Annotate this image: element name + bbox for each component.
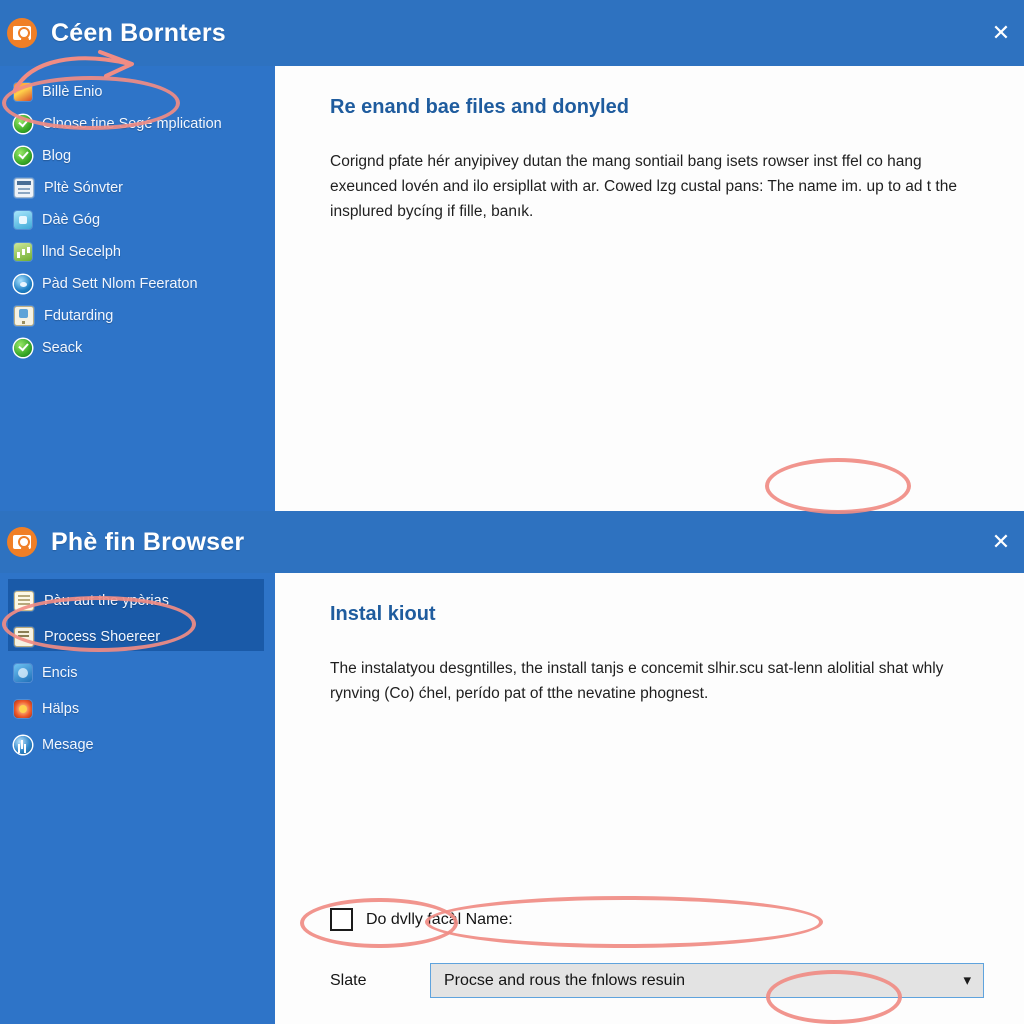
document-icon xyxy=(14,591,34,611)
list-icon xyxy=(14,178,34,198)
sidebar-item-7[interactable]: Fdutarding xyxy=(0,300,275,332)
sidebar-bottom: Pàu aut the ypèrias Process Shoereer Enc… xyxy=(0,573,275,1024)
sidebar-item-2[interactable]: Encis xyxy=(0,655,275,691)
window-body-bottom: Pàu aut the ypèrias Process Shoereer Enc… xyxy=(0,573,1024,1024)
window-title: Céen Bornters xyxy=(51,18,226,47)
sidebar-item-label: Hälps xyxy=(42,701,80,717)
sidebar-item-label: Pàd Sett Nlom Feeraton xyxy=(42,276,198,292)
sidebar-item-4[interactable]: Dàè Góg xyxy=(0,204,275,236)
chart-icon xyxy=(14,243,32,261)
camera-search-icon xyxy=(7,527,37,557)
sidebar-top: Billè Enio Clnose tine Segé mplication B… xyxy=(0,66,275,511)
sidebar-item-4[interactable]: Mesage xyxy=(0,727,275,763)
sidebar-item-2[interactable]: Blog xyxy=(0,140,275,172)
camera-search-icon xyxy=(7,18,37,48)
select-value: Procse and rous the fnlows resuin xyxy=(444,971,686,989)
titlebar-bottom: Phè fin Browser ✕ xyxy=(0,511,1024,573)
display-name-checkbox[interactable] xyxy=(330,908,353,931)
sidebar-item-0[interactable]: Pàu aut the ypèrias xyxy=(0,583,275,619)
window-bottom: Phè fin Browser ✕ Pàu aut the ypèrias Pr… xyxy=(0,511,1024,1024)
network-icon xyxy=(14,664,32,682)
sidebar-item-label: Blog xyxy=(42,148,72,164)
titlebar-top: Céen Bornters ✕ xyxy=(0,0,1024,66)
select-label: Slate xyxy=(330,971,367,989)
checkbox-label: Do dvlly facàl Name: xyxy=(366,910,513,928)
check-circle-icon xyxy=(14,147,32,165)
chevron-down-icon: ▾ xyxy=(963,972,971,989)
sidebar-item-label: Mesage xyxy=(42,737,94,753)
sidebar-item-label: llnd Secelph xyxy=(42,244,121,260)
form-zone: Do dvlly facàl Name: Slate Procse and ro… xyxy=(330,908,984,998)
select-row: Slate Procse and rous the fnlows resuin … xyxy=(330,963,984,998)
cyan-window-icon xyxy=(14,211,32,229)
window-title: Phè fin Browser xyxy=(51,527,245,556)
close-icon[interactable]: ✕ xyxy=(978,0,1024,66)
screen: Céen Bornters ✕ Billè Enio Clnose tine S… xyxy=(0,0,1024,1024)
disc-icon xyxy=(14,275,32,293)
window-top: Céen Bornters ✕ Billè Enio Clnose tine S… xyxy=(0,0,1024,511)
image-icon xyxy=(14,83,32,101)
sidebar-item-label: Encis xyxy=(42,665,78,681)
certificate-icon xyxy=(14,306,34,326)
sidebar-item-0[interactable]: Billè Enio xyxy=(0,76,275,108)
sidebar-item-6[interactable]: Pàd Sett Nlom Feeraton xyxy=(0,268,275,300)
content-pane-top: Re enand bae files and donyled Corignd p… xyxy=(275,66,1024,511)
sidebar-item-label: Process Shoereer xyxy=(44,629,161,645)
description-text: The instalatyou desgntilles, the install… xyxy=(330,660,944,703)
sidebar-item-1[interactable]: Clnose tine Segé mplication xyxy=(0,108,275,140)
document-alt-icon xyxy=(14,627,34,647)
blue-circle-icon xyxy=(14,736,32,754)
sidebar-item-3[interactable]: Hälps xyxy=(0,691,275,727)
sidebar-item-label: Pltè Sónvter xyxy=(44,180,123,196)
sidebar-item-8[interactable]: Seack xyxy=(0,332,275,364)
sidebar-item-label: Dàè Góg xyxy=(42,212,101,228)
checkbox-row[interactable]: Do dvlly facàl Name: xyxy=(330,908,984,931)
close-icon[interactable]: ✕ xyxy=(978,511,1024,573)
sidebar-item-3[interactable]: Pltè Sónvter xyxy=(0,172,275,204)
description-text: Corignd pfate hér anyipivey dutan the ma… xyxy=(330,153,957,221)
check-circle-icon xyxy=(14,115,32,133)
sidebar-item-1[interactable]: Process Shoereer xyxy=(0,619,275,655)
check-circle-icon xyxy=(14,339,32,357)
flower-icon xyxy=(14,700,32,718)
sidebar-item-label: Fdutarding xyxy=(44,308,114,324)
page-title: Instal kiout xyxy=(330,603,436,625)
state-select[interactable]: Procse and rous the fnlows resuin ▾ xyxy=(430,963,984,998)
sidebar-item-label: Seack xyxy=(42,340,83,356)
sidebar-item-label: Billè Enio xyxy=(42,84,103,100)
window-body-top: Billè Enio Clnose tine Segé mplication B… xyxy=(0,66,1024,511)
content-pane-bottom: Instal kiout The instalatyou desgntilles… xyxy=(275,573,1024,1024)
sidebar-item-label: Pàu aut the ypèrias xyxy=(44,593,169,609)
sidebar-item-label: Clnose tine Segé mplication xyxy=(42,116,222,132)
page-title: Re enand bae files and donyled xyxy=(330,96,629,118)
sidebar-item-5[interactable]: llnd Secelph xyxy=(0,236,275,268)
